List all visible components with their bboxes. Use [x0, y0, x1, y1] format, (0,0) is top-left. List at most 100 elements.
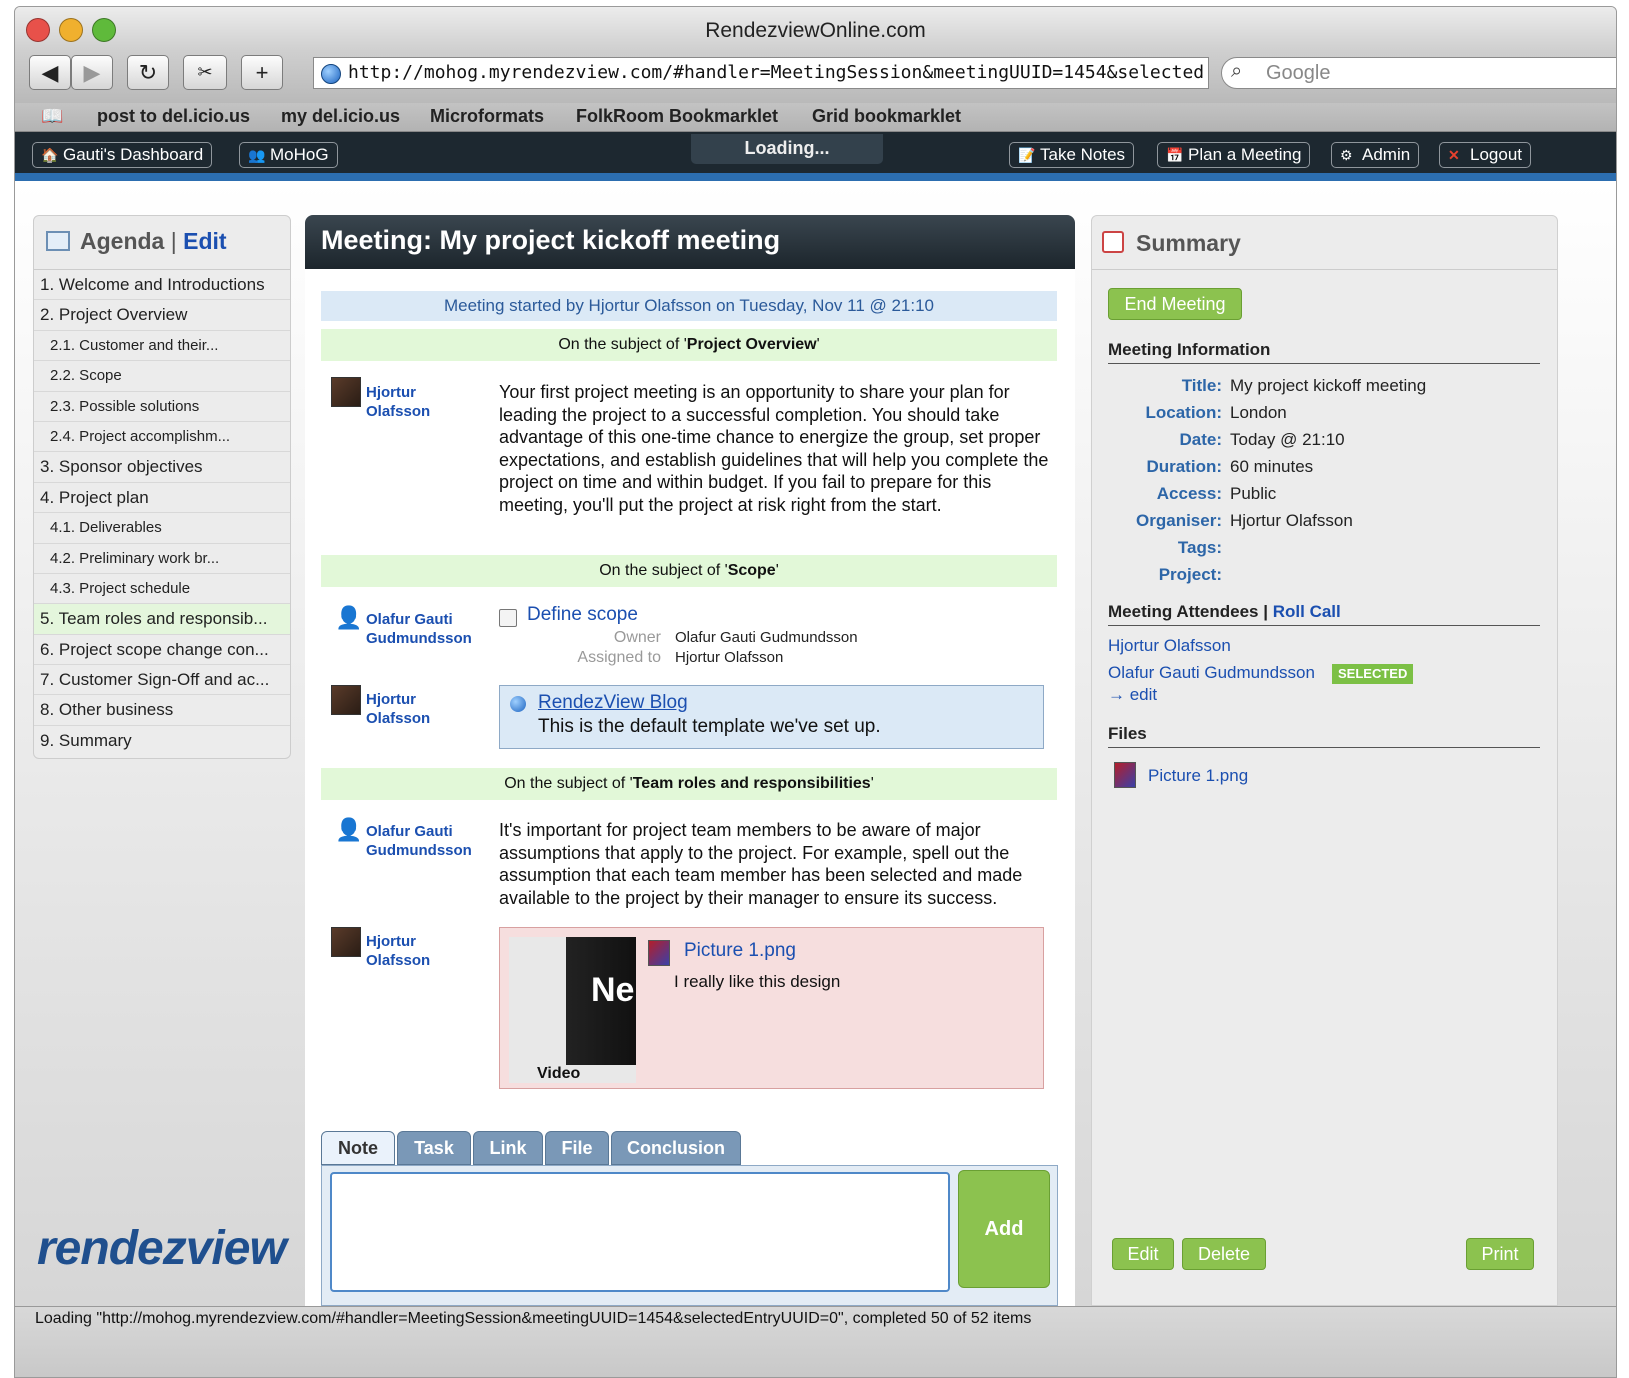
tab-file[interactable]: File	[545, 1131, 609, 1165]
author-first: Hjortur	[366, 384, 416, 401]
meeting-started-banner: Meeting started by Hjortur Olafsson on T…	[321, 291, 1057, 321]
meeting-panel: Meeting: My project kickoff meeting Meet…	[305, 215, 1075, 1306]
reload-button[interactable]: ↻	[127, 55, 169, 90]
dashboard-button[interactable]: 🏠 Gauti's Dashboard	[32, 142, 213, 168]
agenda-item[interactable]: 6. Project scope change con...	[34, 635, 290, 666]
author-name[interactable]: Olafur Gauti Gudmundsson	[366, 822, 472, 860]
subject-prefix: On the subject of '	[599, 562, 728, 579]
book-icon: 📖	[41, 106, 64, 126]
loading-indicator: Loading...	[691, 134, 883, 164]
logout-button[interactable]: ✕ Logout	[1439, 142, 1531, 168]
status-text: Loading "http://mohog.myrendezview.com/#…	[35, 1310, 1032, 1327]
note-input[interactable]	[330, 1172, 950, 1292]
file-link[interactable]: Picture 1.png	[1148, 766, 1248, 786]
bookmark-delicious-post[interactable]: post to del.icio.us	[97, 106, 250, 127]
roll-call-link[interactable]: Roll Call	[1273, 602, 1341, 621]
subject-suffix: '	[775, 562, 779, 579]
summary-panel: Summary End Meeting Meeting Information …	[1091, 215, 1558, 1306]
agenda-item[interactable]: 4. Project plan	[34, 483, 290, 514]
group-icon: 👥	[248, 147, 266, 163]
mohog-label: MoHoG	[270, 145, 329, 164]
subject-name: Project Overview	[686, 336, 817, 353]
task-checkbox[interactable]	[499, 609, 517, 627]
plan-meeting-label: Plan a Meeting	[1188, 145, 1302, 164]
attendee-link[interactable]: Olafur Gauti Gudmundsson	[1108, 663, 1315, 683]
link-title[interactable]: RendezView Blog	[538, 692, 688, 714]
file-name[interactable]: Picture 1.png	[684, 940, 796, 962]
file-entry: Ne Video Picture 1.png I really like thi…	[499, 927, 1044, 1089]
subject-header: On the subject of 'Scope'	[321, 555, 1057, 587]
attendee-link[interactable]: Hjortur Olafsson	[1108, 636, 1231, 656]
gear-icon: ⚙	[1340, 147, 1353, 163]
author-last: Olafsson	[366, 952, 431, 969]
bookmark-microformats[interactable]: Microformats	[430, 106, 544, 127]
agenda-panel: Agenda | Edit 1. Welcome and Introductio…	[33, 215, 291, 759]
edit-attendees-link[interactable]: → edit	[1108, 685, 1157, 705]
agenda-item[interactable]: 8. Other business	[34, 695, 290, 726]
agenda-item[interactable]: 1. Welcome and Introductions	[34, 270, 290, 301]
browser-toolbar: ◀ ▶ ↻ ✂ + http://mohog.myrendezview.com/…	[15, 51, 1616, 103]
tab-task[interactable]: Task	[397, 1131, 471, 1165]
agenda-item[interactable]: 2. Project Overview	[34, 300, 290, 331]
end-meeting-button[interactable]: End Meeting	[1108, 288, 1242, 320]
agenda-item[interactable]: 2.1. Customer and their...	[34, 331, 290, 362]
author-name[interactable]: Olafur Gauti Gudmundsson	[366, 610, 472, 648]
take-notes-button[interactable]: 📝 Take Notes	[1009, 142, 1135, 168]
delete-button[interactable]: Delete	[1182, 1238, 1266, 1270]
selected-badge: SELECTED	[1332, 664, 1414, 684]
agenda-sep: |	[170, 228, 177, 254]
summary-title: Summary	[1136, 230, 1241, 256]
back-button[interactable]: ◀	[29, 55, 71, 90]
note-text: It's important for project team members …	[499, 820, 1023, 908]
add-button[interactable]: Add	[958, 1170, 1050, 1288]
home-icon: 🏠	[41, 147, 59, 163]
agenda-item[interactable]: 2.3. Possible solutions	[34, 392, 290, 422]
agenda-item[interactable]: 4.2. Preliminary work br...	[34, 544, 290, 574]
image-file-icon	[1114, 762, 1136, 788]
author-name[interactable]: Hjortur Olafsson	[366, 383, 430, 421]
print-button[interactable]: Print	[1466, 1238, 1534, 1270]
owner-label: Owner	[613, 629, 661, 646]
agenda-item[interactable]: 4.1. Deliverables	[34, 513, 290, 544]
app-navbar: 🏠 Gauti's Dashboard 👥 MoHoG Loading... 📝 Ta…	[15, 132, 1616, 173]
edit-button[interactable]: Edit	[1112, 1238, 1174, 1270]
agenda-item[interactable]: 7. Customer Sign-Off and ac...	[34, 665, 290, 696]
tab-note[interactable]: Note	[321, 1131, 395, 1165]
agenda-item[interactable]: 3. Sponsor objectives	[34, 452, 290, 483]
summary-header: Summary	[1092, 216, 1557, 270]
forward-button[interactable]: ▶	[71, 55, 113, 90]
mohog-button[interactable]: 👥 MoHoG	[239, 142, 338, 168]
agenda-item[interactable]: 2.2. Scope	[34, 361, 290, 392]
agenda-item-selected[interactable]: 5. Team roles and responsib...	[34, 604, 290, 635]
address-bar[interactable]: http://mohog.myrendezview.com/#handler=M…	[313, 57, 1209, 89]
agenda-item[interactable]: 9. Summary	[34, 726, 290, 756]
info-value: Public	[1230, 484, 1277, 503]
plan-meeting-button[interactable]: 📅 Plan a Meeting	[1157, 142, 1311, 168]
info-value: 60 minutes	[1230, 457, 1314, 476]
agenda-item[interactable]: 4.3. Project schedule	[34, 574, 290, 605]
author-name[interactable]: Hjortur Olafsson	[366, 932, 430, 970]
assigned-label: Assigned to	[577, 649, 661, 666]
author-name[interactable]: Hjortur Olafsson	[366, 690, 430, 728]
bookmark-my-delicious[interactable]: my del.icio.us	[281, 106, 400, 127]
tab-link[interactable]: Link	[473, 1131, 543, 1165]
title-bar: RendezviewOnline.com	[15, 7, 1616, 51]
admin-button[interactable]: ⚙ Admin	[1331, 142, 1420, 168]
bookmark-grid[interactable]: Grid bookmarklet	[812, 106, 961, 127]
subject-name: Scope	[727, 562, 776, 579]
agenda-edit-link[interactable]: Edit	[183, 228, 226, 254]
subject-header: On the subject of 'Team roles and respon…	[321, 768, 1057, 800]
task-title[interactable]: Define scope	[527, 604, 638, 626]
subject-prefix: On the subject of '	[504, 775, 633, 792]
add-bookmark-button[interactable]: +	[241, 55, 283, 90]
bookmark-folkroom[interactable]: FolkRoom Bookmarklet	[576, 106, 778, 127]
author-last: Gudmundsson	[366, 842, 472, 859]
tab-conclusion[interactable]: Conclusion	[611, 1131, 741, 1165]
subject-suffix: '	[816, 336, 820, 353]
subject-prefix: On the subject of '	[558, 336, 687, 353]
snip-button[interactable]: ✂	[183, 55, 227, 90]
search-input[interactable]: Google	[1221, 57, 1616, 89]
close-icon: ✕	[1448, 147, 1460, 163]
agenda-item[interactable]: 2.4. Project accomplishm...	[34, 422, 290, 453]
file-thumbnail[interactable]: Ne Video	[509, 937, 636, 1083]
